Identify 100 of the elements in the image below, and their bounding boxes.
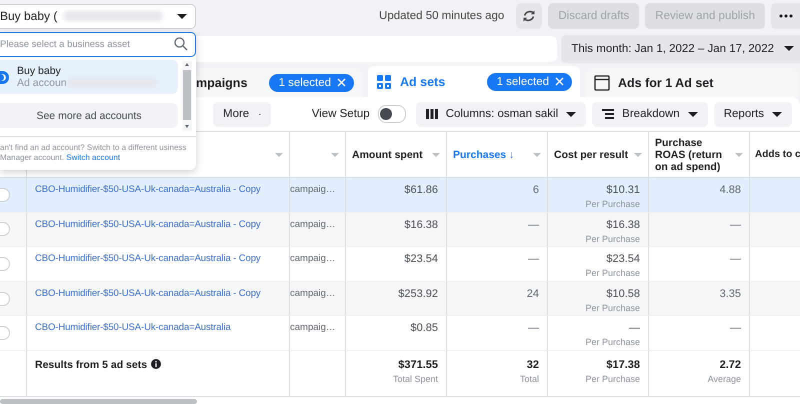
row-checkbox[interactable] xyxy=(0,256,10,271)
reports-button[interactable]: Reports xyxy=(714,102,792,126)
info-icon xyxy=(151,358,162,369)
selection-badge[interactable]: 1 selected xyxy=(486,72,572,90)
scrollbar xyxy=(182,61,192,131)
column-header[interactable]: Purchases ↓ xyxy=(453,148,514,160)
summary-note: Per Purchase xyxy=(585,374,640,384)
more-options-button[interactable] xyxy=(771,3,800,29)
tab[interactable]: Ad sets 1 selected xyxy=(368,66,580,97)
ad-set-link[interactable]: CBO-Humidifier-$50-USA-Uk-canada=Australia - Copy xyxy=(35,184,261,195)
table-cell: — xyxy=(528,218,539,231)
table-cell-text: campaig… xyxy=(290,322,336,336)
account-id: Ad accoun xyxy=(17,77,67,89)
table-cell: — xyxy=(730,218,741,231)
table-cell: — xyxy=(730,253,741,266)
selection-badge[interactable]: 1 selected xyxy=(268,74,354,92)
search-field[interactable]: Please select a business asset xyxy=(0,32,196,57)
ad-set-link[interactable]: CBO-Humidifier-$50-USA-Uk-canada=Australia - Copy xyxy=(35,253,261,264)
caret-icon xyxy=(432,152,440,156)
ad-set-link[interactable]: CBO-Humidifier-$50-USA-Uk-canada=Australia - Copy xyxy=(35,288,261,299)
switch-account-link[interactable]: Switch account xyxy=(66,153,120,162)
table-cell-text: campaig… xyxy=(290,184,336,197)
breakdown-button[interactable]: Breakdown xyxy=(592,102,708,126)
row-checkbox[interactable] xyxy=(0,222,10,236)
account-name: Buy baby xyxy=(17,65,62,77)
help-text: an't find an ad account? Switch to a different usiness Manager account. Switch account xyxy=(0,136,196,163)
summary-value: 2.72 xyxy=(720,358,741,371)
caret-icon xyxy=(688,112,698,116)
table-cell: 24 xyxy=(526,288,539,300)
update-status: Updated 50 minutes ago xyxy=(379,10,504,22)
table-cell: $10.31 xyxy=(606,184,640,196)
close-icon xyxy=(337,78,346,87)
radio-button[interactable] xyxy=(0,70,9,84)
table-cell: $16.38 xyxy=(606,218,640,231)
table-cell: $0.85 xyxy=(410,322,438,334)
view-setup-toggle[interactable] xyxy=(378,105,406,123)
caret-icon xyxy=(566,112,576,116)
column-header[interactable]: Cost per result xyxy=(554,148,628,160)
badge-text: 1 selected xyxy=(278,76,331,88)
tab[interactable]: mpaigns 1 selected xyxy=(196,68,362,97)
row-checkbox[interactable] xyxy=(0,326,10,340)
table-cell: — xyxy=(629,322,640,334)
account-option[interactable]: Buy baby Ad accoun xyxy=(0,60,178,94)
table-cell-text: campaig… xyxy=(290,218,336,232)
summary-note: Total Spent xyxy=(392,374,438,384)
table-cell: Per Purchase xyxy=(585,337,640,348)
date-range-button[interactable]: This month: Jan 1, 2022 – Jan 17, 2022 xyxy=(561,34,800,62)
row-checkbox[interactable] xyxy=(0,188,10,202)
table-cell: Per Purchase xyxy=(585,234,640,244)
see-more-button[interactable]: See more ad accounts xyxy=(0,103,178,128)
table-cell: $253.92 xyxy=(398,288,438,300)
row-checkbox[interactable] xyxy=(0,292,10,306)
summary-value: 32 xyxy=(526,358,539,371)
table-cell: $61.86 xyxy=(404,184,438,196)
table-cell-text: campaig… xyxy=(290,288,336,301)
column-header[interactable]: Adds to c xyxy=(755,148,800,160)
search-icon xyxy=(174,37,188,51)
caret-icon xyxy=(331,152,339,156)
caret-icon xyxy=(177,14,187,18)
tab-label: Ad sets xyxy=(400,74,446,88)
table-cell: $23.54 xyxy=(404,253,438,266)
table-cell: $23.54 xyxy=(606,253,640,266)
tab-label: Ads for 1 Ad set xyxy=(618,76,714,90)
caret-icon xyxy=(772,112,782,116)
summary-label: Results from 5 ad sets xyxy=(35,358,148,371)
table-cell: 4.88 xyxy=(720,184,741,196)
table-cell: Per Purchase xyxy=(585,199,640,209)
view-setup-label: View Setup xyxy=(312,108,370,120)
table-cell: 3.35 xyxy=(720,288,741,300)
grid-icon xyxy=(376,74,392,90)
refresh-button[interactable] xyxy=(516,3,542,29)
ad-set-link[interactable]: CBO-Humidifier-$50-USA-Uk-canada=Australia - Copy xyxy=(35,218,261,230)
caret-icon xyxy=(634,152,642,156)
refresh-icon xyxy=(522,9,536,23)
caret-icon xyxy=(784,46,794,51)
table-cell: — xyxy=(528,253,539,266)
ad-frame-icon xyxy=(594,74,610,90)
caret-icon xyxy=(533,152,541,156)
breakdown-icon xyxy=(602,108,614,120)
summary-note: Total xyxy=(520,374,539,384)
table-cell: Per Purchase xyxy=(585,302,640,313)
columns-button[interactable]: Columns: osman sakil xyxy=(416,102,586,126)
tab-label: mpaigns xyxy=(196,76,248,90)
summary-value: $17.38 xyxy=(606,358,640,371)
summary-value: $371.55 xyxy=(398,358,438,371)
column-header[interactable]: Purchase ROAS (return on ad spend) xyxy=(655,136,732,172)
tab[interactable]: Ads for 1 Ad set xyxy=(586,68,798,97)
account-selector[interactable]: Buy baby ( xyxy=(0,4,196,28)
summary-note: Average xyxy=(708,374,741,384)
columns-icon xyxy=(426,108,438,120)
table-cell: $16.38 xyxy=(404,218,438,231)
table-cell-text: campaig… xyxy=(290,253,336,266)
table-cell: — xyxy=(730,322,741,334)
table-cell: $10.58 xyxy=(606,288,640,300)
column-header[interactable]: Amount spent xyxy=(352,148,423,160)
close-icon xyxy=(555,77,564,86)
caret-icon xyxy=(735,152,743,156)
more-button[interactable]: More xyxy=(213,102,271,126)
ad-set-link[interactable]: CBO-Humidifier-$50-USA-Uk-canada=Australia xyxy=(35,322,231,334)
scrollbar[interactable] xyxy=(0,398,197,404)
